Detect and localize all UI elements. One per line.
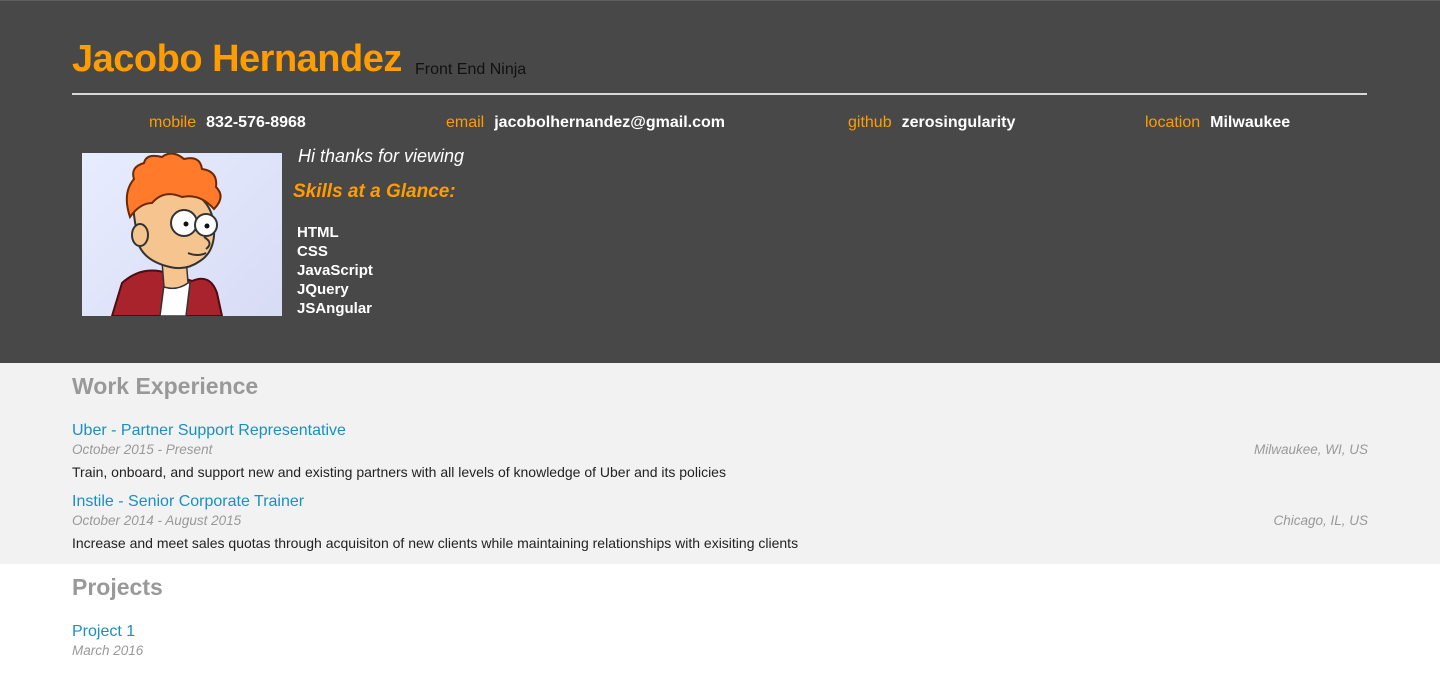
skill-item: HTML bbox=[297, 224, 339, 241]
skill-item: JSAngular bbox=[297, 300, 373, 317]
page-title: Jacobo Hernandez bbox=[72, 38, 402, 80]
project-title-link[interactable]: Project 1 bbox=[72, 623, 135, 641]
contact-mobile: mobile 832-576-8968 bbox=[149, 114, 306, 132]
header: Jacobo Hernandez Front End Ninja mobile 8… bbox=[0, 0, 1440, 363]
skills-heading: Skills at a Glance: bbox=[293, 181, 456, 202]
job-location: Milwaukee, WI, US bbox=[1253, 442, 1368, 457]
projects-section: Projects Project 1 March 2016 bbox=[0, 564, 1440, 660]
job-description: Train, onboard, and support new and exis… bbox=[72, 464, 726, 480]
job-location: Chicago, IL, US bbox=[1273, 513, 1368, 528]
contact-label-github: github bbox=[848, 114, 892, 131]
contact-label-mobile: mobile bbox=[149, 114, 197, 131]
contact-value-email[interactable]: jacobolhernandez@gmail.com bbox=[494, 114, 725, 131]
job-dates: October 2014 - August 2015 bbox=[72, 513, 242, 528]
divider bbox=[72, 93, 1367, 95]
contact-label-location: location bbox=[1145, 114, 1201, 131]
job-title-link[interactable]: Uber - Partner Support Representative bbox=[72, 422, 346, 440]
skill-item: JQuery bbox=[297, 281, 349, 298]
tagline: Front End Ninja bbox=[415, 61, 527, 78]
project-entry: Project 1 March 2016 bbox=[72, 623, 1368, 693]
contact-value-mobile[interactable]: 832-576-8968 bbox=[206, 114, 306, 131]
job-title-link[interactable]: Instile - Senior Corporate Trainer bbox=[72, 493, 304, 511]
project-date: March 2016 bbox=[72, 643, 144, 658]
contact-value-github[interactable]: zerosingularity bbox=[902, 114, 1016, 131]
contact-value-location: Milwaukee bbox=[1210, 114, 1291, 131]
greeting: Hi thanks for viewing bbox=[298, 146, 465, 166]
cartoon-portrait-icon bbox=[110, 153, 224, 316]
section-title-work: Work Experience bbox=[72, 373, 259, 399]
contact-label-email: email bbox=[446, 114, 485, 131]
contact-location: location Milwaukee bbox=[1145, 114, 1290, 132]
skill-item: JavaScript bbox=[297, 262, 373, 279]
contact-email: email jacobolhernandez@gmail.com bbox=[446, 114, 725, 132]
skills-list: HTML CSS JavaScript JQuery JSAngular bbox=[297, 223, 373, 318]
job-dates: October 2015 - Present bbox=[72, 442, 213, 457]
section-title-projects: Projects bbox=[72, 574, 163, 600]
skill-item: CSS bbox=[297, 243, 328, 260]
work-experience-section: Work Experience Uber - Partner Support R… bbox=[0, 363, 1440, 564]
contact-github: github zerosingularity bbox=[848, 114, 1015, 132]
job-entry: Instile - Senior Corporate Trainer Octob… bbox=[72, 493, 1368, 563]
job-description: Increase and meet sales quotas through a… bbox=[72, 535, 799, 551]
avatar bbox=[82, 153, 282, 316]
job-entry: Uber - Partner Support Representative Oc… bbox=[72, 422, 1368, 492]
